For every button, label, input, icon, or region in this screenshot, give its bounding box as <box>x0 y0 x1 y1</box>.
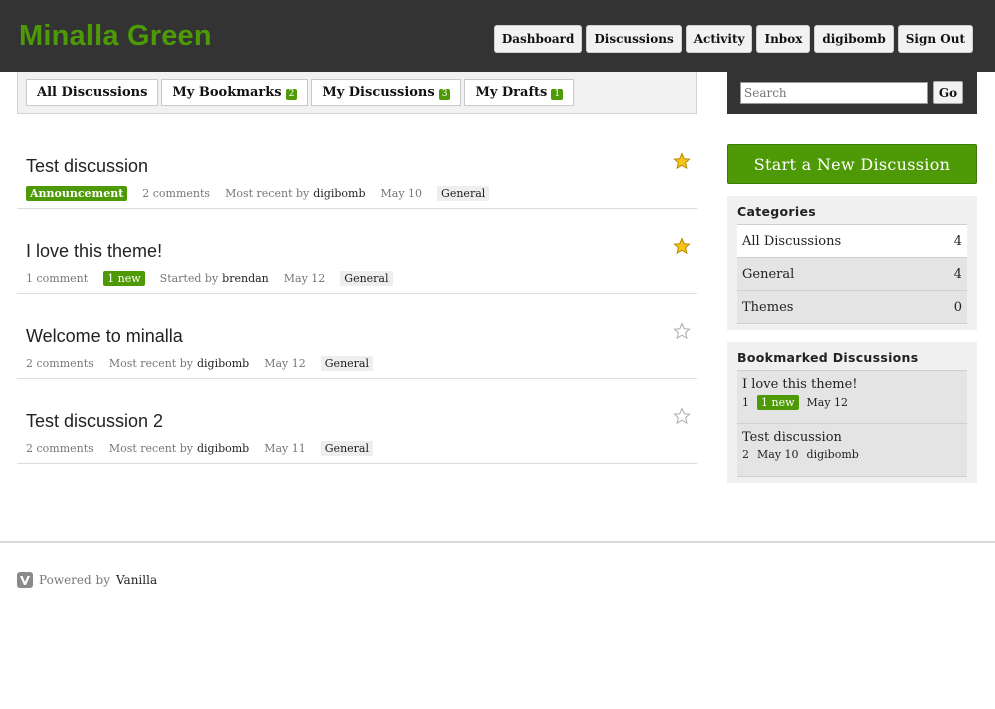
categories-box: Categories All Discussions 4 General 4 T… <box>727 196 977 330</box>
star-icon[interactable] <box>673 407 691 425</box>
discussion-list: Test discussion Announcement 2 comments … <box>17 124 697 464</box>
discussion-meta: 2 comments Most recent by digibomb May 1… <box>26 356 373 371</box>
vanilla-link[interactable]: Vanilla <box>116 573 157 587</box>
discussion-date: May 10 <box>380 187 423 200</box>
bookmark-title[interactable]: Test discussion <box>742 430 962 445</box>
last-by-label: Most recent by <box>108 357 193 370</box>
tab-my-bookmarks[interactable]: My Bookmarks 2 <box>161 79 309 106</box>
nav-activity-button[interactable]: Activity <box>685 25 753 53</box>
user-link[interactable]: brendan <box>222 272 269 285</box>
discussion-date: May 12 <box>283 272 326 285</box>
discussion-title[interactable]: Test discussion <box>26 156 148 177</box>
category-item-general[interactable]: General 4 <box>737 257 967 290</box>
discussion-title[interactable]: Test discussion 2 <box>26 411 163 432</box>
nav-discussions-button[interactable]: Discussions <box>586 25 682 53</box>
discussion-title[interactable]: I love this theme! <box>26 241 162 262</box>
discussion-meta: 1 comment 1 new Started by brendan May 1… <box>26 271 393 286</box>
vanilla-logo-icon[interactable] <box>17 572 33 588</box>
nav-profile-button[interactable]: digibomb <box>814 25 894 53</box>
bookmark-title[interactable]: I love this theme! <box>742 377 962 392</box>
site-title[interactable]: Minalla Green <box>19 20 212 53</box>
star-icon[interactable] <box>673 237 691 255</box>
bookmark-item[interactable]: I love this theme! 1 1 new May 12 <box>737 370 967 423</box>
nav-inbox-button[interactable]: Inbox <box>756 25 811 53</box>
category-count: 4 <box>953 266 962 282</box>
bookmark-list: I love this theme! 1 1 new May 12 Test d… <box>737 370 967 477</box>
discussion-item: Test discussion Announcement 2 comments … <box>17 124 697 209</box>
tab-my-drafts[interactable]: My Drafts 1 <box>464 79 575 106</box>
count-badge: 3 <box>438 88 451 100</box>
bookmark-user[interactable]: digibomb <box>807 448 859 461</box>
discussion-meta: Announcement 2 comments Most recent by d… <box>26 186 490 201</box>
discussion-item: Test discussion 2 2 comments Most recent… <box>17 379 697 464</box>
announcement-badge: Announcement <box>26 186 128 201</box>
bookmark-count: 1 <box>742 396 749 409</box>
new-comments-badge: 1 new <box>103 271 145 286</box>
category-name: All Discussions <box>742 233 842 249</box>
new-comments-badge: 1 new <box>757 395 799 410</box>
tab-label: My Drafts <box>475 85 548 100</box>
category-count: 4 <box>953 233 962 249</box>
comment-count: 2 comments <box>26 442 94 455</box>
bookmarks-box: Bookmarked Discussions I love this theme… <box>727 342 977 483</box>
footer-divider <box>0 541 995 543</box>
last-by-label: Most recent by <box>225 187 310 200</box>
categories-title: Categories <box>737 204 816 219</box>
tab-label: All Discussions <box>37 85 148 100</box>
header: Minalla Green Dashboard Discussions Acti… <box>0 0 995 72</box>
user-link[interactable]: digibomb <box>313 187 365 200</box>
category-count: 0 <box>953 299 962 315</box>
nav-dashboard-button[interactable]: Dashboard <box>493 25 583 53</box>
discussion-tabs-bar: All Discussions My Bookmarks 2 My Discus… <box>17 72 697 114</box>
tab-label: My Discussions <box>322 85 435 100</box>
powered-by-text: Powered by <box>39 573 110 587</box>
user-link[interactable]: digibomb <box>197 442 249 455</box>
bookmark-meta: 2 May 10 digibomb <box>742 448 962 461</box>
category-tag[interactable]: General <box>437 186 490 201</box>
category-tag[interactable]: General <box>320 356 373 371</box>
bookmark-item[interactable]: Test discussion 2 May 10 digibomb <box>737 423 967 476</box>
bookmark-meta: 1 1 new May 12 <box>742 395 962 410</box>
category-item-themes[interactable]: Themes 0 <box>737 290 967 323</box>
category-name: General <box>742 266 795 282</box>
category-tag[interactable]: General <box>320 441 373 456</box>
tab-all-discussions[interactable]: All Discussions <box>26 79 159 106</box>
nav-signout-button[interactable]: Sign Out <box>897 25 973 53</box>
discussion-meta: 2 comments Most recent by digibomb May 1… <box>26 441 373 456</box>
footer: Powered by Vanilla <box>17 572 157 588</box>
discussion-item: I love this theme! 1 comment 1 new Start… <box>17 209 697 294</box>
discussion-date: May 12 <box>264 357 306 370</box>
comment-count: 2 comments <box>26 357 94 370</box>
search-input[interactable] <box>740 82 928 104</box>
tab-label: My Bookmarks <box>172 85 282 100</box>
star-icon[interactable] <box>673 322 691 340</box>
top-nav: Dashboard Discussions Activity Inbox dig… <box>493 25 973 53</box>
last-by-label: Most recent by <box>108 442 193 455</box>
search-box: Go <box>727 72 977 114</box>
category-tag[interactable]: General <box>340 271 393 286</box>
count-badge: 1 <box>551 88 564 100</box>
bookmark-date: May 12 <box>806 396 849 409</box>
star-icon[interactable] <box>673 152 691 170</box>
comment-count: 2 comments <box>142 187 211 200</box>
start-new-discussion-button[interactable]: Start a New Discussion <box>727 144 977 184</box>
comment-count: 1 comment <box>26 272 89 285</box>
discussion-item: Welcome to minalla 2 comments Most recen… <box>17 294 697 379</box>
discussion-title[interactable]: Welcome to minalla <box>26 326 183 347</box>
count-badge: 2 <box>285 88 298 100</box>
discussion-date: May 11 <box>264 442 306 455</box>
bookmarks-title: Bookmarked Discussions <box>737 350 919 365</box>
started-by-label: Started by <box>159 272 219 285</box>
bookmark-date: May 10 <box>757 448 799 461</box>
search-go-button[interactable]: Go <box>933 81 963 104</box>
user-link[interactable]: digibomb <box>197 357 249 370</box>
category-name: Themes <box>742 299 794 315</box>
category-item-all[interactable]: All Discussions 4 <box>737 224 967 257</box>
category-list: All Discussions 4 General 4 Themes 0 <box>737 224 967 324</box>
bookmark-count: 2 <box>742 448 749 461</box>
tab-my-discussions[interactable]: My Discussions 3 <box>311 79 462 106</box>
